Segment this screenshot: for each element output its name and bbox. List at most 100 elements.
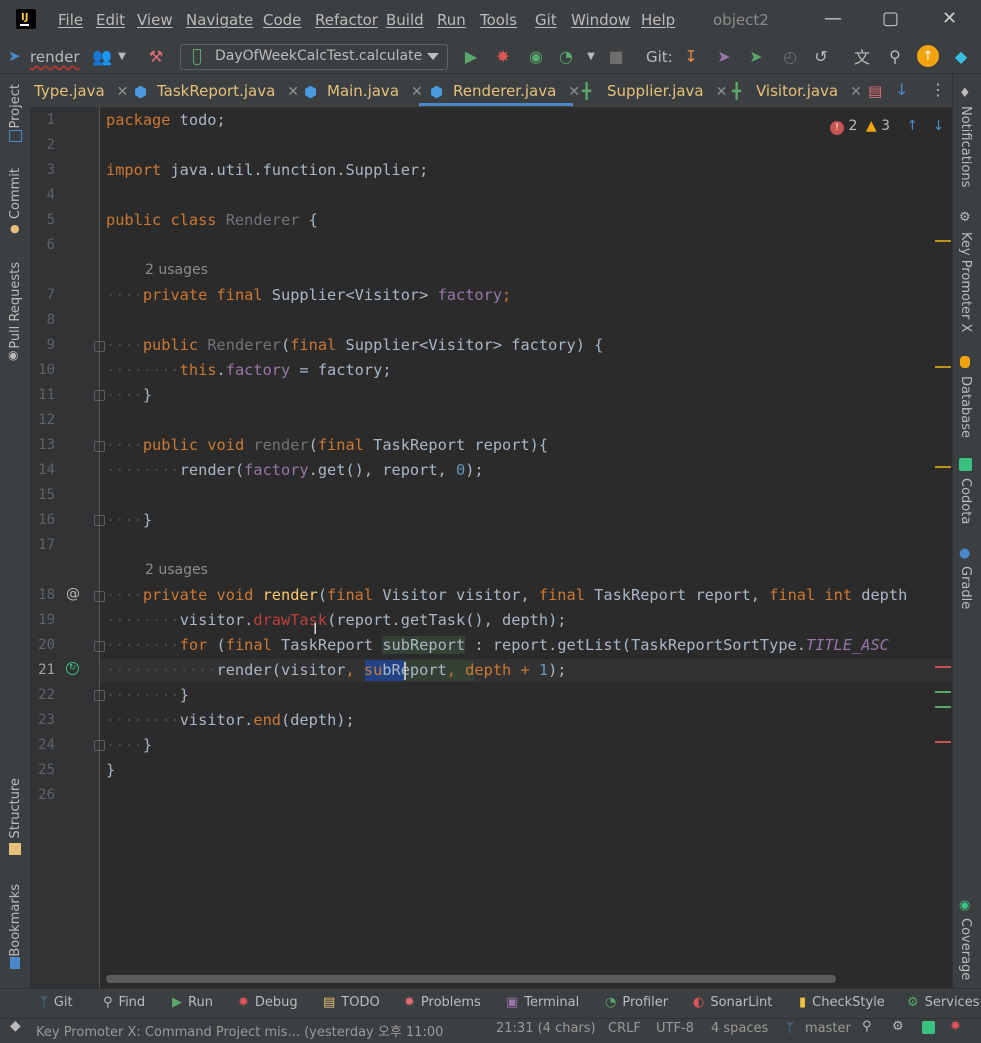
fold-icon[interactable]	[94, 690, 105, 701]
menu-git[interactable]: Git	[535, 11, 557, 29]
close-icon[interactable]: ✕	[716, 84, 728, 100]
current-branch-label[interactable]: render	[30, 48, 80, 66]
tool-gradle[interactable]: Gradle	[958, 566, 973, 609]
intellij-logo-icon[interactable]: IJ	[16, 9, 36, 29]
warning-stripe-mark[interactable]	[935, 240, 951, 242]
build-hammer-icon[interactable]: ⚒	[146, 46, 166, 66]
tool-profiler[interactable]: ◔ Profiler	[605, 995, 668, 1010]
git-commit-icon[interactable]: ➤	[714, 46, 734, 66]
code-line[interactable]: import java.util.function.Supplier;	[106, 160, 428, 180]
status-toggle-icon[interactable]: ◆	[10, 1018, 21, 1034]
change-stripe-mark[interactable]	[935, 706, 951, 708]
menu-window[interactable]: Window	[571, 11, 630, 29]
close-icon[interactable]: ✕	[411, 84, 423, 100]
code-line[interactable]: ····private final Supplier<Visitor> fact…	[106, 285, 511, 305]
tool-sonarlint[interactable]: ◐ SonarLint	[693, 995, 772, 1010]
menu-run[interactable]: Run	[437, 11, 466, 29]
run-icon[interactable]: ▶	[461, 46, 481, 66]
tab-main-java[interactable]: Main.java ✕	[327, 82, 423, 100]
tool-pull-requests[interactable]: Pull Requests	[8, 262, 23, 349]
inspection-widget[interactable]: ! 2 ▲ 3 ↑ ↓	[830, 118, 944, 135]
tab-visitor-java[interactable]: Visitor.java ✕	[756, 82, 862, 100]
code-line[interactable]: ········for (final TaskReport subReport …	[106, 635, 952, 655]
menu-file[interactable]: File	[58, 11, 83, 29]
tool-problems[interactable]: ✸ Problems	[404, 995, 481, 1010]
close-icon[interactable]: ✕	[568, 84, 580, 100]
status-message[interactable]: Key Promoter X: Command Project mis... (…	[36, 1021, 460, 1040]
tool-commit[interactable]: Commit	[8, 168, 23, 219]
fold-icon[interactable]	[94, 591, 105, 602]
git-push-icon[interactable]: ➤	[746, 46, 766, 66]
tab-type-java[interactable]: Type.java ✕	[34, 82, 128, 100]
close-icon[interactable]: ✕	[117, 84, 129, 100]
rollback-icon[interactable]: ↺	[811, 46, 831, 66]
maximize-icon[interactable]: ▢	[882, 8, 899, 29]
stop-icon[interactable]: ■	[606, 46, 626, 66]
fold-icon[interactable]	[94, 641, 105, 652]
code-line[interactable]: ····}	[106, 510, 152, 530]
horizontal-scrollbar[interactable]	[106, 975, 836, 983]
inspection-profile-icon[interactable]: ⚙	[892, 1019, 904, 1034]
minimize-icon[interactable]: —	[824, 8, 842, 29]
tool-find[interactable]: ⚲ Find	[103, 995, 145, 1010]
chevron-down-icon[interactable]: ▼	[581, 46, 601, 66]
tool-checkstyle[interactable]: ▮ CheckStyle	[799, 995, 885, 1010]
tool-codota[interactable]: Codota	[958, 478, 973, 524]
fold-icon[interactable]	[94, 390, 105, 401]
menu-code[interactable]: Code	[263, 11, 301, 29]
recent-files-icon[interactable]: ▤	[868, 82, 882, 100]
code-line[interactable]: ····public void render(final TaskReport …	[106, 435, 548, 455]
warning-stripe-mark[interactable]	[935, 366, 951, 368]
tool-bookmarks[interactable]: Bookmarks	[8, 884, 23, 957]
usages-hint[interactable]: 2 usages	[145, 262, 208, 278]
tool-services[interactable]: ⚙ Services	[907, 995, 979, 1010]
update-arrow-icon[interactable]: ↑	[917, 45, 939, 67]
translate-icon[interactable]: 文	[852, 46, 872, 67]
caret-position[interactable]: 21:31 (4 chars)	[496, 1021, 596, 1036]
tool-key-promoter[interactable]: Key Promoter X	[958, 232, 973, 332]
line-separator[interactable]: CRLF	[608, 1021, 641, 1036]
code-line[interactable]: ········this.factory = factory;	[106, 360, 392, 380]
more-options-icon[interactable]: ⋮	[930, 80, 946, 99]
search-icon[interactable]: ⚲	[885, 46, 905, 66]
tool-database[interactable]: Database	[958, 376, 973, 438]
error-stripe-mark[interactable]	[935, 666, 951, 668]
git-branch[interactable]: master	[805, 1021, 851, 1036]
sonarlint-status-icon[interactable]: ✸	[950, 1019, 961, 1034]
close-window-icon[interactable]: ✕	[942, 8, 957, 29]
code-line[interactable]: ········visitor.drawTask(report.getTask(…	[106, 610, 567, 630]
code-line[interactable]: public class Renderer {	[106, 210, 318, 230]
tool-debug[interactable]: ✸ Debug	[238, 995, 298, 1010]
code-line[interactable]: ····}	[106, 385, 152, 405]
tool-terminal[interactable]: ▣ Terminal	[506, 995, 579, 1010]
code-line[interactable]: ········visitor.end(depth);	[106, 710, 355, 730]
tab-taskreport-java[interactable]: TaskReport.java ✕	[157, 82, 299, 100]
code-line[interactable]: }	[106, 760, 115, 780]
tool-structure[interactable]: Structure	[8, 778, 23, 838]
code-line[interactable]: package todo;	[106, 110, 226, 130]
change-stripe-mark[interactable]	[935, 691, 951, 693]
menu-build[interactable]: Build	[386, 11, 424, 29]
code-line[interactable]: ········render(factory.get(), report, 0)…	[106, 460, 484, 480]
chevron-down-icon[interactable]: ▼	[112, 46, 132, 66]
code-line[interactable]: ····private void render(final Visitor vi…	[106, 585, 952, 605]
tool-coverage[interactable]: Coverage	[958, 918, 973, 980]
recursive-call-icon[interactable]: ↻	[66, 662, 79, 675]
git-update-icon[interactable]: ↧	[681, 46, 701, 66]
tool-notifications[interactable]: Notifications	[958, 106, 973, 187]
menu-view[interactable]: View	[137, 11, 173, 29]
code-line[interactable]: ············render(visitor, subReport, d…	[106, 660, 567, 680]
profiler-icon[interactable]: ◔	[556, 46, 576, 66]
file-encoding[interactable]: UTF-8	[656, 1021, 694, 1036]
previous-highlight-icon[interactable]: ↑	[906, 118, 918, 134]
close-icon[interactable]: ✕	[850, 84, 862, 100]
arrow-down-icon[interactable]: ↓	[895, 80, 908, 99]
tool-run[interactable]: ▶ Run	[172, 995, 213, 1010]
tool-todo[interactable]: ▤ TODO	[323, 995, 380, 1010]
tab-renderer-java[interactable]: Renderer.java ✕	[453, 82, 580, 100]
debug-bug-icon[interactable]: ✸	[493, 46, 513, 66]
users-icon[interactable]: 👥	[92, 46, 112, 66]
error-stripe-mark[interactable]	[935, 741, 951, 743]
code-line[interactable]: ····public Renderer(final Supplier<Visit…	[106, 335, 603, 355]
plugin-icon[interactable]: ◆	[951, 46, 971, 66]
